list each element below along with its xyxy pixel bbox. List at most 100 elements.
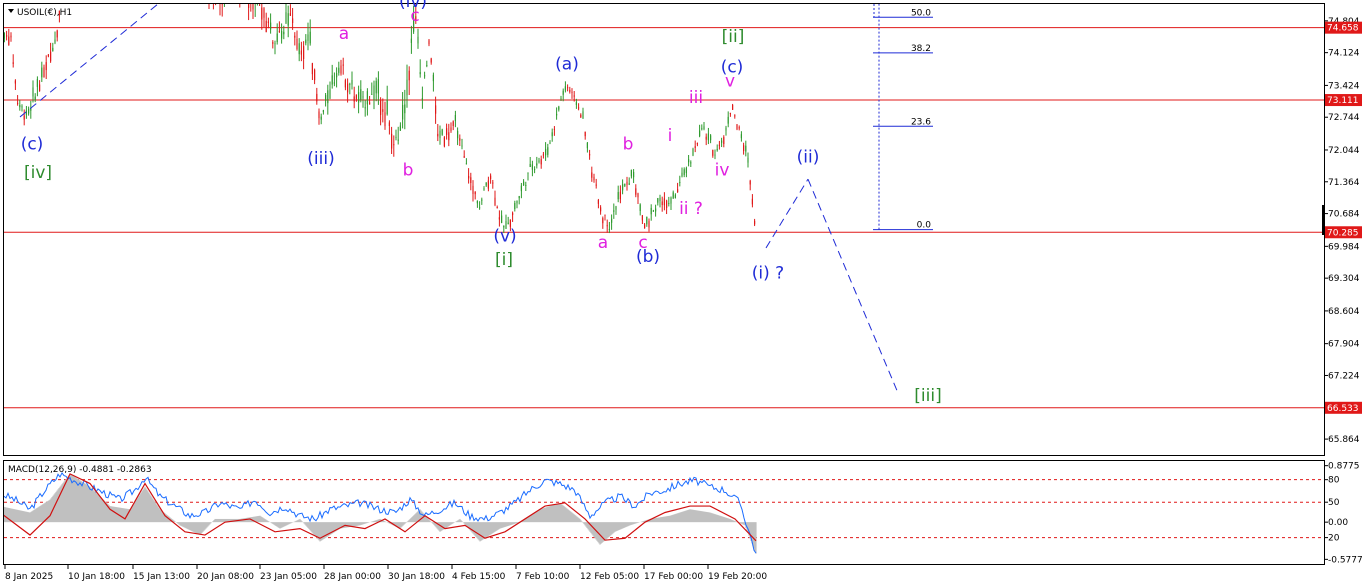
- candle-body: [463, 156, 465, 158]
- candle-body: [624, 183, 626, 186]
- symbol-label: USOIL(€),H1: [17, 8, 72, 18]
- candle-body: [461, 145, 463, 147]
- candle-body: [441, 129, 443, 135]
- candle-body: [52, 47, 54, 52]
- candle-body: [274, 43, 276, 45]
- candle-body: [487, 180, 489, 189]
- wave-label-8: b: [623, 135, 634, 155]
- candle-body: [738, 127, 740, 129]
- candle-body: [481, 199, 483, 201]
- candle-body: [388, 122, 390, 126]
- candle-body: [655, 208, 657, 212]
- candle-body: [494, 197, 496, 205]
- wave-label-0: (c): [21, 135, 44, 155]
- candle-body: [404, 104, 406, 114]
- candle-body: [36, 78, 38, 87]
- candle-body: [490, 175, 492, 180]
- candle-body: [558, 106, 560, 110]
- wave-label-15: ii ?: [679, 199, 703, 219]
- candle-body: [208, 0, 209, 2]
- candle-body: [630, 169, 632, 177]
- candle-body: [50, 51, 52, 62]
- candle-body: [6, 35, 8, 37]
- candle-body: [410, 38, 412, 43]
- candle-body: [668, 203, 670, 205]
- candle-body: [699, 130, 701, 137]
- candle-body: [14, 80, 16, 84]
- candle-body: [718, 144, 720, 146]
- candle-body: [267, 21, 269, 24]
- candle-body: [371, 93, 373, 95]
- candle-body: [751, 198, 753, 205]
- candle-body: [257, 1, 258, 2]
- candle-body: [366, 91, 368, 105]
- candle-body: [542, 154, 544, 156]
- candle-body: [639, 204, 641, 211]
- candle-body: [386, 99, 388, 115]
- candle-body: [377, 79, 379, 94]
- candle-body: [747, 157, 749, 163]
- candle-body: [622, 184, 624, 191]
- candle-body: [305, 39, 307, 44]
- candle-body: [54, 39, 56, 43]
- candle-body: [567, 87, 569, 89]
- candle-body: [483, 188, 485, 190]
- candle-body: [525, 184, 527, 186]
- candle-body: [589, 154, 591, 156]
- candle-body: [734, 115, 736, 117]
- candle-body: [8, 36, 10, 45]
- candle-body: [736, 124, 738, 130]
- candle-body: [749, 180, 751, 185]
- candle-body: [311, 63, 313, 75]
- candle-body: [608, 229, 610, 231]
- candle-body: [45, 62, 47, 71]
- candle-body: [399, 125, 401, 131]
- candle-body: [373, 85, 375, 100]
- candle-body: [688, 159, 690, 163]
- candle-body: [287, 13, 289, 26]
- candle-body: [10, 35, 12, 38]
- time-tick-label: 8 Jan 2025: [5, 572, 53, 582]
- candle-body: [562, 90, 564, 95]
- time-tick-label: 10 Jan 18:00: [68, 572, 125, 582]
- candle-body: [626, 181, 628, 185]
- candle-body: [32, 87, 34, 97]
- candle-body: [384, 112, 386, 127]
- candle-body: [696, 143, 698, 145]
- candle-body: [28, 108, 30, 114]
- candle-body: [468, 175, 470, 179]
- candle-body: [591, 172, 593, 178]
- candle-body: [586, 142, 588, 149]
- candle-body: [595, 184, 597, 186]
- candle-body: [536, 163, 538, 166]
- candle-body: [617, 192, 619, 200]
- candle-body: [703, 126, 705, 130]
- candle-body: [457, 130, 459, 139]
- candle-body: [547, 147, 549, 155]
- candle-body: [470, 177, 472, 184]
- candle-body: [694, 146, 696, 148]
- candle-body: [430, 58, 432, 63]
- time-tick-label: 19 Feb 20:00: [708, 572, 767, 582]
- price-axis: 74.80474.12473.42472.74472.04471.36470.6…: [1324, 17, 1362, 445]
- candle-body: [659, 197, 661, 202]
- main-chart-frame: [3, 3, 1325, 456]
- candle-body: [340, 65, 342, 74]
- candle-body: [575, 102, 577, 105]
- candle-body: [322, 110, 324, 113]
- candle-body: [701, 128, 703, 130]
- candle-body: [213, 0, 214, 1]
- candle-body: [417, 36, 419, 44]
- time-tick-label: 28 Jan 00:00: [324, 572, 381, 582]
- macd-tick-label: -0.5777: [1328, 555, 1363, 565]
- candle-body: [492, 182, 494, 184]
- candle-body: [309, 31, 311, 44]
- candle-body: [549, 142, 551, 144]
- candle-body: [465, 163, 467, 165]
- candle-body: [729, 113, 731, 115]
- price-tick-label: 65.864: [1328, 435, 1360, 445]
- candle-body: [325, 95, 327, 101]
- candle-body: [272, 42, 274, 44]
- candle-body: [663, 198, 665, 206]
- candle-body: [342, 64, 344, 66]
